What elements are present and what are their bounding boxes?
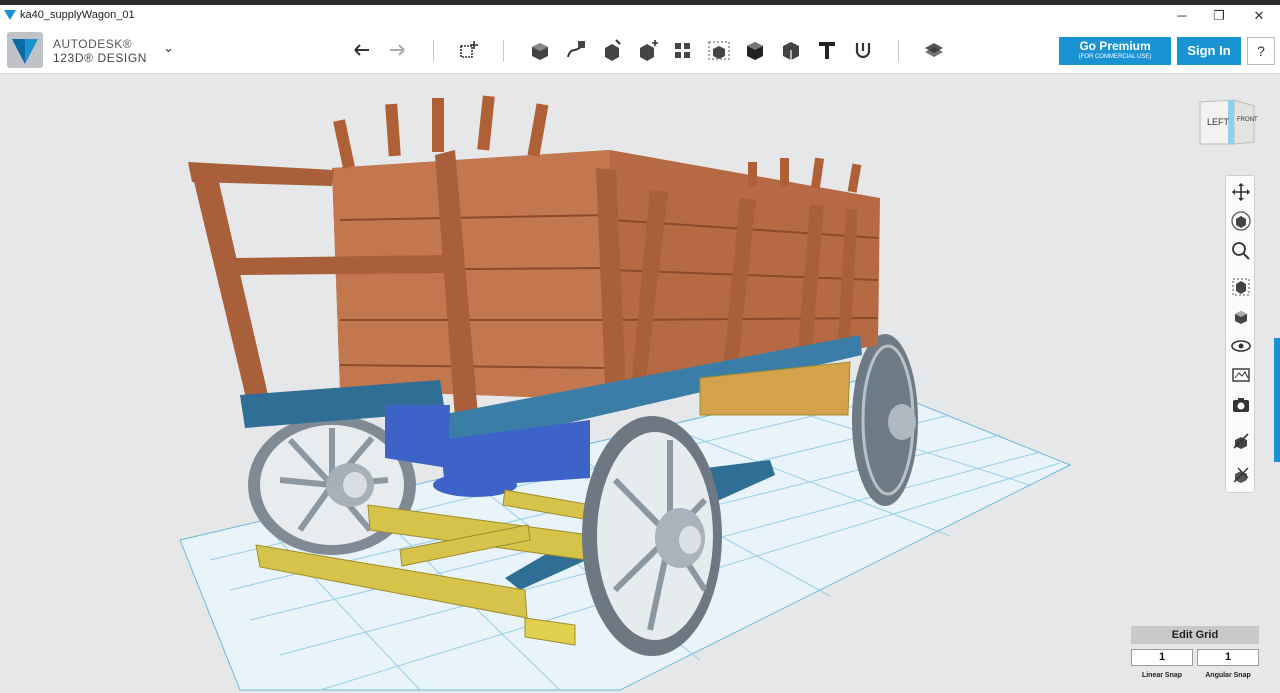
- combine-icon[interactable]: [706, 37, 732, 63]
- separator: [433, 40, 434, 62]
- sign-in-button[interactable]: Sign In: [1177, 37, 1241, 65]
- 3d-viewport[interactable]: LEFT FRONT Edit Grid 1 1 Linear Snap Ang…: [0, 75, 1280, 693]
- minimize-button[interactable]: ─: [1167, 6, 1197, 26]
- brand-line-1: AUTODESK®: [53, 37, 133, 51]
- maximize-button[interactable]: ❐: [1204, 6, 1234, 26]
- navigation-bar: [1225, 175, 1255, 493]
- main-menu-caret[interactable]: ⌄: [163, 40, 174, 56]
- snap-icon[interactable]: [778, 37, 804, 63]
- autodesk-logo[interactable]: [7, 32, 43, 68]
- window-titlebar: ka40_supplyWagon_01 ─ ❐ ✕: [0, 0, 1280, 26]
- fit-icon[interactable]: [1230, 276, 1252, 298]
- modify-icon[interactable]: [599, 37, 625, 63]
- zoom-icon[interactable]: [1230, 240, 1252, 262]
- pan-icon[interactable]: [1230, 181, 1252, 203]
- linear-snap-input[interactable]: 1: [1131, 649, 1193, 666]
- materials-icon[interactable]: [1230, 364, 1252, 386]
- go-premium-sublabel: (FOR COMMERCIAL USE): [1078, 54, 1152, 60]
- pattern-icon[interactable]: [635, 37, 661, 63]
- help-button[interactable]: ?: [1247, 37, 1275, 65]
- viewcube[interactable]: LEFT FRONT: [1198, 98, 1258, 148]
- window-title: ka40_supplyWagon_01: [20, 9, 135, 21]
- measure-icon[interactable]: [742, 37, 768, 63]
- wheel-front: [582, 416, 722, 656]
- sketch-icon[interactable]: [527, 37, 553, 63]
- viewcube-left-label[interactable]: LEFT: [1207, 117, 1229, 127]
- screenshot-icon[interactable]: [1230, 394, 1252, 416]
- app-icon: [4, 10, 16, 20]
- snap-tool-icon[interactable]: [1230, 430, 1252, 452]
- extra-tool-icon[interactable]: [1230, 464, 1252, 486]
- viewcube-front-label[interactable]: FRONT: [1237, 117, 1258, 123]
- separator: [898, 40, 899, 62]
- primitives-icon[interactable]: [456, 37, 482, 63]
- brand-line-2: 123D® DESIGN: [53, 51, 148, 65]
- edit-grid-button[interactable]: Edit Grid: [1131, 626, 1259, 644]
- text-icon[interactable]: [814, 37, 840, 63]
- material-icon[interactable]: [850, 37, 876, 63]
- side-panel-tab[interactable]: [1274, 338, 1280, 462]
- close-button[interactable]: ✕: [1244, 6, 1274, 26]
- go-premium-label: Go Premium: [1079, 39, 1151, 53]
- angular-snap-label: Angular Snap: [1205, 672, 1251, 679]
- construct-icon[interactable]: [563, 37, 589, 63]
- logo-icon: [12, 39, 38, 64]
- main-toolbar: AUTODESK® 123D® DESIGN ⌄ Go Premium (FOR…: [0, 26, 1280, 74]
- separator: [503, 40, 504, 62]
- wheel-far-right: [852, 334, 918, 506]
- layers-icon[interactable]: [921, 37, 947, 63]
- scene-canvas: [179, 95, 1072, 691]
- grouping-icon[interactable]: [670, 37, 696, 63]
- view-icon[interactable]: [1230, 306, 1252, 328]
- visibility-icon[interactable]: [1230, 335, 1252, 357]
- grid-panel: Edit Grid 1 1 Linear Snap Angular Snap: [1131, 626, 1259, 686]
- angular-snap-input[interactable]: 1: [1197, 649, 1259, 666]
- orbit-icon[interactable]: [1230, 210, 1252, 232]
- linear-snap-label: Linear Snap: [1141, 672, 1183, 679]
- undo-icon[interactable]: [349, 37, 375, 63]
- go-premium-button[interactable]: Go Premium (FOR COMMERCIAL USE): [1059, 37, 1171, 65]
- redo-icon[interactable]: [384, 37, 410, 63]
